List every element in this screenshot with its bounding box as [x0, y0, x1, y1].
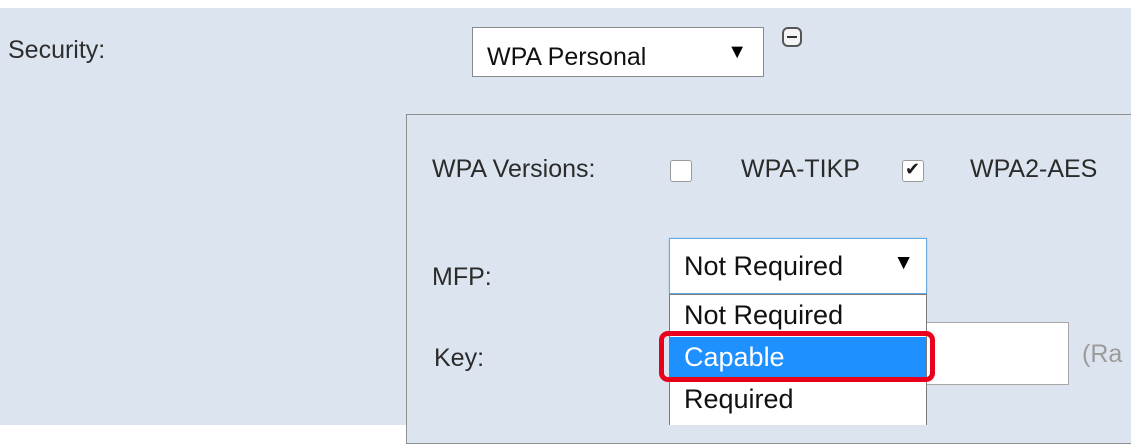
- wpa-tikp-checkbox[interactable]: [902, 159, 924, 182]
- wpa-version-checkbox-unlabeled[interactable]: [670, 160, 692, 182]
- mfp-selected-value: Not Required: [684, 251, 844, 281]
- annotation-highlight-box: [659, 331, 935, 382]
- security-label: Security:: [8, 36, 106, 64]
- collapse-minus-icon[interactable]: [782, 27, 802, 47]
- wpa-versions-label: WPA Versions:: [432, 155, 596, 183]
- mfp-label: MFP:: [432, 263, 492, 291]
- key-range-hint: (Ra: [1082, 340, 1123, 368]
- mfp-option-not-required[interactable]: Not Required: [670, 295, 926, 335]
- mfp-select[interactable]: Not Required ▼: [669, 238, 927, 294]
- dropdown-arrow-icon: ▼: [893, 251, 914, 274]
- key-input[interactable]: [925, 322, 1069, 385]
- dropdown-arrow-icon: ▼: [727, 41, 747, 63]
- key-label: Key:: [434, 344, 485, 372]
- mfp-option-required[interactable]: Required: [670, 379, 926, 419]
- wpa2-aes-label: WPA2-AES: [970, 155, 1098, 183]
- security-select[interactable]: WPA Personal ▼: [472, 27, 764, 77]
- security-selected-value: WPA Personal: [487, 43, 647, 71]
- wpa-tikp-label: WPA-TIKP: [741, 155, 860, 183]
